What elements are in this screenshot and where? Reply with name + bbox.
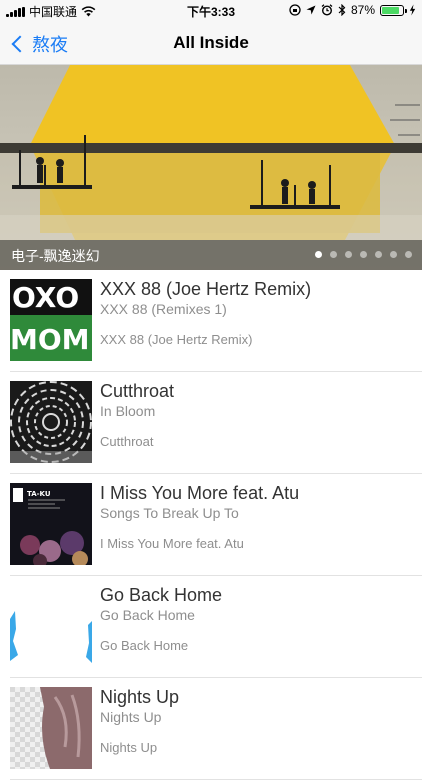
album-art [10,687,92,769]
album-art [10,381,92,463]
album-art-image: TA-KU [10,483,92,565]
track-album: Nights Up [100,709,162,725]
album-art-image [10,585,92,667]
track-album: Go Back Home [100,607,195,623]
track-album: Songs To Break Up To [100,505,239,521]
battery-fill [382,6,400,14]
page-dot[interactable] [330,251,337,258]
track-subtitle: Nights Up [100,740,158,755]
banner-caption-bar: 电子-飘逸迷幻 [0,240,422,270]
navigation-bar: 熬夜 All Inside [0,22,422,65]
status-right: 87% [289,3,416,17]
page-indicator[interactable] [315,251,412,258]
album-art-image [10,381,92,463]
svg-text:MOM: MOM [10,323,90,356]
track-subtitle: Cutthroat [100,434,154,449]
track-album: XXX 88 (Remixes 1) [100,301,227,317]
banner-carousel[interactable]: 电子-飘逸迷幻 [0,65,422,270]
track-title: Go Back Home [100,585,223,605]
page-dot[interactable] [360,251,367,258]
album-art [10,585,92,667]
track-row[interactable]: TA-KU I Miss You More feat. Atu Songs To… [0,474,422,576]
album-art: OXO MOM [10,279,92,361]
album-art-image [10,687,92,769]
track-subtitle: Go Back Home [100,638,189,653]
alarm-icon [321,4,333,16]
track-row[interactable]: Cutthroat In Bloom Cutthroat [0,372,422,474]
track-title: Nights Up [100,687,180,707]
album-art-text: TA-KU [27,490,51,498]
track-row[interactable]: Go Back Home Go Back Home Go Back Home [0,576,422,678]
track-row[interactable]: OXO MOM XXX 88 (Joe Hertz Remix) XXX 88 … [0,270,422,372]
status-bar: 中国联通 下午3:33 87% [0,0,422,22]
track-album: In Bloom [100,403,156,419]
track-subtitle: XXX 88 (Joe Hertz Remix) [100,332,253,347]
track-subtitle: I Miss You More feat. Atu [100,536,244,551]
album-art-image: OXO MOM [10,279,92,361]
page-dot[interactable] [375,251,382,258]
page-dot[interactable] [405,251,412,258]
track-row[interactable]: Nights Up Nights Up Nights Up [0,678,422,780]
battery-percent: 87% [350,3,375,17]
track-title: I Miss You More feat. Atu [100,483,300,503]
track-title: XXX 88 (Joe Hertz Remix) [100,279,312,299]
location-icon [306,5,316,15]
bluetooth-icon [338,4,346,16]
banner-caption: 电子-飘逸迷幻 [11,248,100,264]
charging-icon [409,4,416,16]
page-dot[interactable] [315,251,322,258]
battery-icon [380,4,407,16]
page-dot[interactable] [390,251,397,258]
page-title: All Inside [173,33,249,52]
track-list: OXO MOM XXX 88 (Joe Hertz Remix) XXX 88 … [0,270,422,780]
page-dot[interactable] [345,251,352,258]
svg-text:OXO: OXO [12,281,79,314]
album-art: TA-KU [10,483,92,565]
track-title: Cutthroat [100,381,175,401]
screen-lock-icon [289,4,301,16]
